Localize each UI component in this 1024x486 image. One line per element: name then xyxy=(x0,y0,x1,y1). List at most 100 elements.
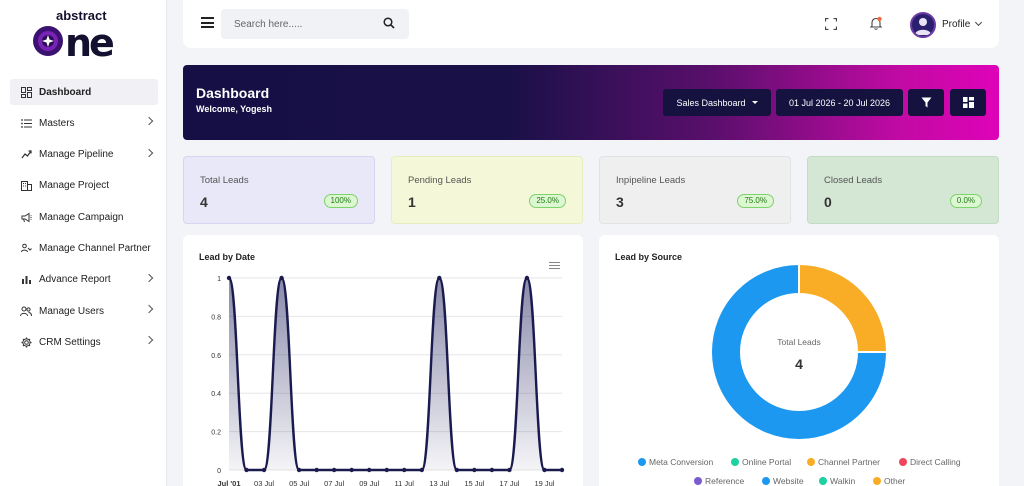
bar-chart-icon xyxy=(20,274,32,286)
x-tick-label: 15 Jul xyxy=(464,479,484,486)
chevron-right-icon xyxy=(144,304,154,314)
avatar[interactable] xyxy=(910,12,936,38)
sidebar-item-masters[interactable]: Masters xyxy=(10,110,158,136)
legend-label: Website xyxy=(773,476,804,486)
stat-badge: 25.0% xyxy=(529,194,566,208)
hamburger-menu-icon[interactable] xyxy=(201,17,214,28)
megaphone-icon xyxy=(20,211,32,223)
search-input[interactable] xyxy=(221,9,371,39)
data-point xyxy=(559,467,565,473)
date-range-label: 01 Jul 2026 - 20 Jul 2026 xyxy=(788,97,891,108)
legend-dot xyxy=(638,458,646,466)
lead-by-date-panel: Lead by Date 0 0.2 0.4 0.6 0.8 1 Jul '01 03 Jul… xyxy=(183,235,583,486)
sidebar-item-label: Manage Pipeline xyxy=(39,149,114,161)
profile-label[interactable]: Profile xyxy=(942,19,970,30)
chevron-right-icon xyxy=(144,117,154,126)
donut-center-value: 4 xyxy=(795,356,803,372)
legend-dot xyxy=(819,477,827,485)
legend-item[interactable]: Channel Partner xyxy=(807,457,880,467)
legend-label: Online Portal xyxy=(742,457,792,467)
sidebar-item-dashboard[interactable]: Dashboard xyxy=(10,79,158,105)
page-title: Dashboard xyxy=(196,85,270,101)
pipeline-icon xyxy=(20,149,32,161)
sidebar-item-label: Dashboard xyxy=(39,86,92,98)
stat-label: Pending Leads xyxy=(408,175,472,186)
data-point xyxy=(489,467,495,473)
data-point xyxy=(226,275,232,281)
x-tick-label: 09 Jul xyxy=(359,479,379,486)
sidebar-item-label: Advance Report xyxy=(39,274,111,286)
legend-item[interactable]: Online Portal xyxy=(731,457,791,467)
x-tick-label: 13 Jul xyxy=(429,479,449,486)
dashboard-select-label: Sales Dashboard xyxy=(676,97,746,108)
data-point xyxy=(454,467,460,473)
sidebar-item-manage-users[interactable]: Manage Users xyxy=(10,298,158,324)
y-tick-label: 0.2 xyxy=(211,430,221,437)
legend-item[interactable]: Meta Conversion xyxy=(638,457,713,467)
legend-item[interactable]: Other xyxy=(873,476,905,486)
notification-bell-icon[interactable] xyxy=(869,16,883,31)
legend-dot xyxy=(694,477,702,485)
stat-card-pending-leads[interactable]: Pending Leads 1 25.0% xyxy=(391,156,583,224)
fullscreen-icon[interactable] xyxy=(825,18,837,30)
legend-dot xyxy=(807,458,815,466)
y-tick-label: 0.8 xyxy=(211,314,221,321)
legend-item[interactable]: Reference xyxy=(694,476,744,486)
sidebar-item-advance-report[interactable]: Advance Report xyxy=(10,267,158,293)
layout-grid-button[interactable] xyxy=(950,89,986,116)
x-tick-label: Jul '01 xyxy=(217,479,240,486)
data-point xyxy=(524,275,530,281)
y-tick-label: 0.4 xyxy=(211,391,221,398)
sidebar-item-manage-campaign[interactable]: Manage Campaign xyxy=(10,204,158,230)
filter-button[interactable] xyxy=(908,89,944,116)
date-range-picker[interactable]: 01 Jul 2026 - 20 Jul 2026 xyxy=(776,89,903,116)
data-point xyxy=(349,467,354,473)
stat-label: Total Leads xyxy=(200,175,249,186)
x-tick-label: 17 Jul xyxy=(499,479,519,486)
data-point xyxy=(314,467,319,473)
legend-label: Meta Conversion xyxy=(649,457,714,467)
sidebar-item-manage-pipeline[interactable]: Manage Pipeline xyxy=(10,142,158,168)
legend-item[interactable]: Direct Calling xyxy=(899,457,961,467)
lead-by-date-chart: 0 0.2 0.4 0.6 0.8 1 Jul '01 03 Jul 05 Jul 07 Jul 0… xyxy=(211,275,565,486)
stat-card-total-leads[interactable]: Total Leads 4 100% xyxy=(183,156,375,224)
stat-card-inpipeline-leads[interactable]: Inpipeline Leads 3 75.0% xyxy=(599,156,791,224)
legend-label: Other xyxy=(884,476,906,486)
data-point xyxy=(331,467,337,473)
y-tick-label: 0.6 xyxy=(211,353,221,360)
stat-value: 3 xyxy=(616,194,624,210)
brand-logo[interactable]: abstract ne xyxy=(28,8,138,65)
sidebar-item-label: Manage Project xyxy=(39,180,110,192)
legend-item[interactable]: Walkin xyxy=(819,476,855,486)
x-tick-label: 03 Jul xyxy=(254,479,274,486)
legend-label: Channel Partner xyxy=(818,457,880,467)
sidebar-item-manage-project[interactable]: Manage Project xyxy=(10,173,158,199)
stat-badge: 75.0% xyxy=(737,194,774,208)
legend-item[interactable]: Website xyxy=(762,476,804,486)
legend-dot xyxy=(762,477,770,485)
x-tick-label: 05 Jul xyxy=(289,479,309,486)
partner-icon xyxy=(20,242,32,254)
sidebar-item-label: CRM Settings xyxy=(39,336,101,348)
sidebar-item-manage-channel-partner[interactable]: Manage Channel Partner xyxy=(10,235,158,261)
data-point xyxy=(437,275,442,281)
data-point xyxy=(472,467,477,473)
caret-down-icon xyxy=(751,101,758,104)
sidebar-item-label: Manage Channel Partner xyxy=(39,242,151,254)
chevron-down-icon[interactable] xyxy=(974,18,983,27)
sidebar: abstract ne Dashboard Masters Manage Pip… xyxy=(0,0,167,486)
building-icon xyxy=(20,180,32,192)
y-tick-label: 0 xyxy=(217,468,221,475)
data-point xyxy=(367,467,372,473)
stat-label: Inpipeline Leads xyxy=(616,175,686,186)
sidebar-item-crm-settings[interactable]: CRM Settings xyxy=(10,329,158,355)
x-tick-label: 07 Jul xyxy=(324,479,344,486)
search-icon[interactable] xyxy=(383,17,395,29)
search-box xyxy=(221,9,409,39)
y-tick-label: 1 xyxy=(217,276,221,283)
filter-icon xyxy=(921,97,931,108)
data-point xyxy=(507,467,512,473)
legend-dot xyxy=(731,458,739,466)
stat-card-closed-leads[interactable]: Closed Leads 0 0.0% xyxy=(807,156,999,224)
dashboard-select-button[interactable]: Sales Dashboard xyxy=(663,89,771,116)
